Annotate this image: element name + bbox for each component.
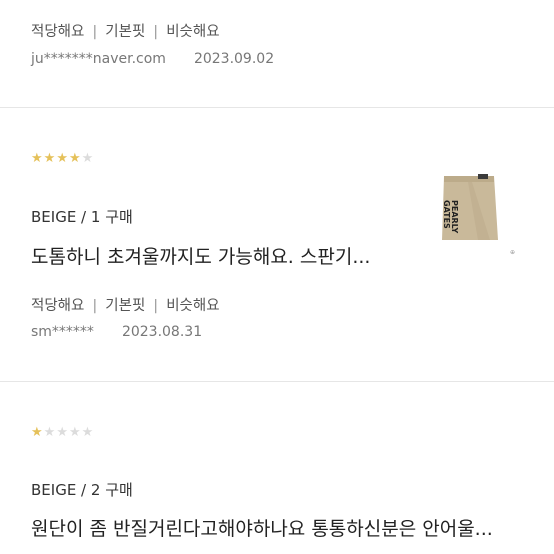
star-filled-icon: ★	[31, 425, 44, 440]
star-filled-icon: ★	[31, 151, 44, 166]
tag-color: 비슷해요	[166, 24, 220, 40]
rating-stars: ★★★★★	[31, 151, 94, 166]
review-meta: sm****** 2023.08.31	[31, 324, 202, 340]
star-filled-icon: ★	[68, 151, 82, 166]
review-meta: ju*******naver.com 2023.09.02	[31, 51, 274, 67]
tag-size: 적당해요	[31, 24, 85, 40]
reviewer-id: sm******	[31, 324, 94, 340]
purchase-option: BEIGE / 1 구매	[31, 208, 133, 226]
star-empty-icon: ★	[43, 425, 57, 440]
svg-text:⊕: ⊕	[510, 249, 515, 256]
star-empty-icon: ★	[81, 151, 95, 166]
star-empty-icon: ★	[68, 425, 82, 440]
star-filled-icon: ★	[56, 151, 69, 166]
review-divider	[0, 107, 554, 108]
review-tags: 적당해요 | 기본핏 | 비슷해요	[31, 24, 220, 40]
tag-fit: 기본핏	[105, 298, 146, 314]
review-divider	[0, 381, 554, 382]
svg-text:GATES: GATES	[442, 200, 451, 229]
product-thumbnail[interactable]: PEARLY GATES ⊕	[432, 170, 526, 264]
review-tags: 적당해요 | 기본핏 | 비슷해요	[31, 298, 220, 314]
tag-color: 비슷해요	[166, 298, 220, 314]
star-filled-icon: ★	[43, 151, 57, 166]
review-text[interactable]: 원단이 좀 반질거린다고해야하나요 통통하신분은 안어울...	[31, 514, 493, 541]
purchase-option: BEIGE / 2 구매	[31, 481, 133, 499]
star-empty-icon: ★	[56, 425, 69, 440]
skirt-image: PEARLY GATES ⊕	[442, 174, 515, 256]
review-date: 2023.09.02	[193, 51, 275, 67]
review-text[interactable]: 도톰하니 초겨울까지도 가능해요. 스판기...	[31, 242, 370, 269]
rating-stars: ★★★★★	[31, 425, 94, 440]
tag-size: 적당해요	[31, 298, 85, 314]
reviewer-id: ju*******naver.com	[31, 51, 166, 67]
tag-fit: 기본핏	[105, 24, 146, 40]
star-empty-icon: ★	[81, 425, 95, 440]
review-date: 2023.08.31	[121, 324, 203, 340]
